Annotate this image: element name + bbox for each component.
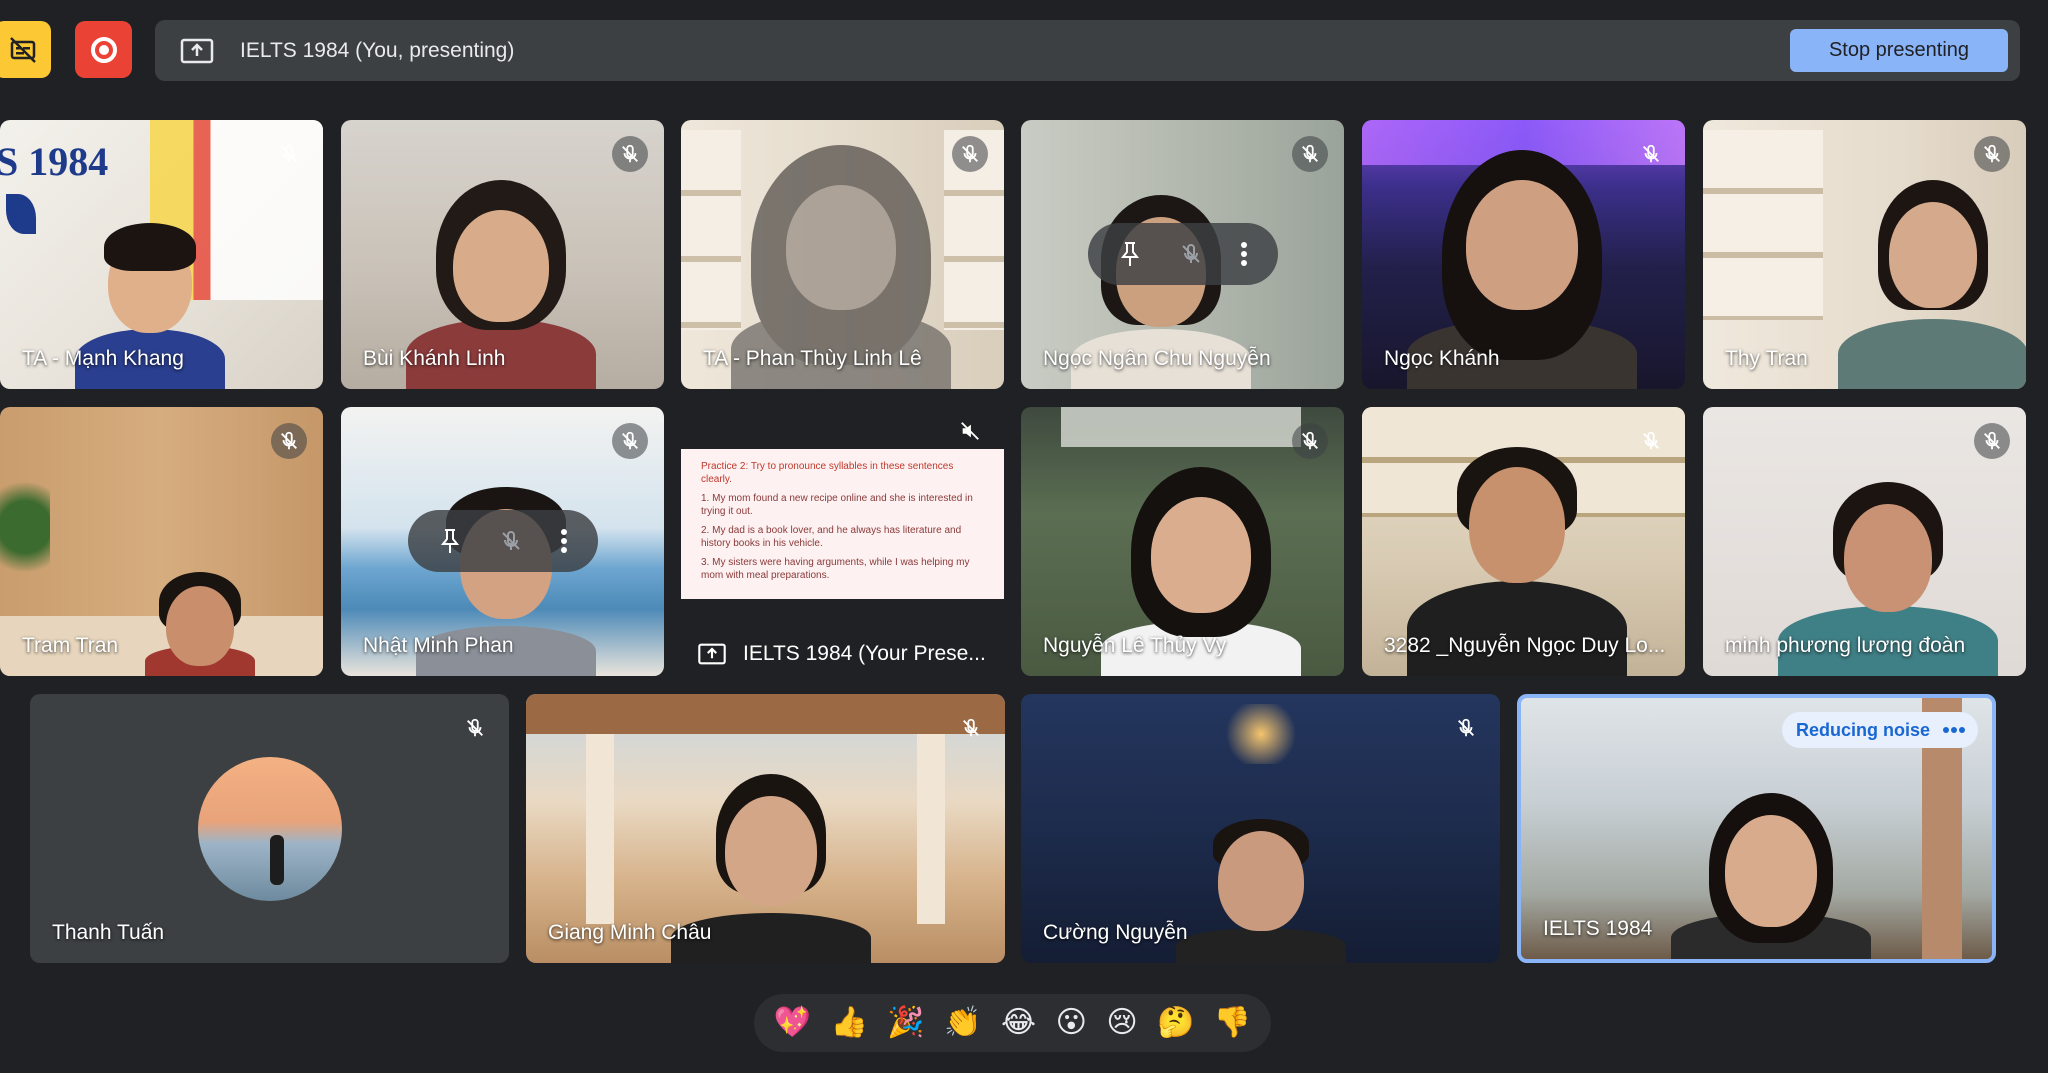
thumbs-up-icon[interactable]: 👍 — [831, 1008, 868, 1038]
participant-tile[interactable]: Nhật Minh Phan — [341, 407, 664, 676]
participant-tile[interactable]: Giang Minh Châu — [526, 694, 1005, 963]
participant-tile[interactable]: S 1984 TA - Mạnh Khang — [0, 120, 323, 389]
presenting-banner: IELTS 1984 (You, presenting) Stop presen… — [155, 20, 2020, 81]
mic-off-icon — [1292, 136, 1328, 172]
mic-off-icon — [271, 423, 307, 459]
self-view-tile[interactable]: Reducing noise IELTS 1984 — [1517, 694, 1996, 963]
tears-of-joy-icon[interactable]: 😂 — [1001, 1008, 1036, 1038]
more-options-icon[interactable] — [560, 528, 568, 554]
mic-off-icon — [612, 423, 648, 459]
participant-name: Thy Tran — [1725, 347, 1808, 370]
thinking-face-icon[interactable]: 🤔 — [1157, 1008, 1194, 1038]
slide-preview: Practice 2: Try to pronounce syllables i… — [681, 449, 1004, 599]
logo-leaf — [6, 194, 36, 234]
slide-line: 1. My mom found a new recipe online and … — [701, 493, 973, 517]
participant-name: Tram Tran — [22, 634, 119, 657]
tile-hover-controls — [408, 510, 598, 572]
participant-video — [1838, 180, 2026, 389]
mic-off-icon — [1292, 423, 1328, 459]
archway — [526, 694, 1005, 734]
mic-off-icon — [1974, 423, 2010, 459]
slide-line: 2. My dad is a book lover, and he always… — [701, 525, 962, 549]
mic-off-icon — [1448, 710, 1484, 746]
participant-name: Cường Nguyễn — [1043, 921, 1188, 944]
reactions-bar: 💖 👍 🎉 👏 😂 😮 😢 🤔 👎 — [754, 994, 1271, 1052]
participant-tile[interactable]: minh phương lương đoàn — [1703, 407, 2026, 676]
mic-off-icon — [1633, 423, 1669, 459]
thumbs-down-icon[interactable]: 👎 — [1214, 1008, 1251, 1038]
mic-off-icon — [1974, 136, 2010, 172]
participant-name: Bùi Khánh Linh — [363, 347, 506, 370]
stop-presenting-button[interactable]: Stop presenting — [1790, 29, 2008, 72]
mute-icon[interactable] — [1179, 242, 1203, 266]
record-icon — [90, 36, 117, 63]
mic-off-icon — [953, 710, 989, 746]
participant-tile[interactable]: Ngọc Khánh — [1362, 120, 1685, 389]
present-screen-icon — [180, 38, 214, 64]
window-light — [1061, 407, 1301, 447]
participant-tile[interactable]: Tram Tran — [0, 407, 323, 676]
pillar-left — [586, 734, 614, 924]
noise-cancellation-badge[interactable]: Reducing noise — [1781, 712, 1978, 748]
more-options-icon — [1943, 727, 1965, 733]
captions-off-button[interactable] — [0, 21, 51, 78]
clapping-hands-icon[interactable]: 👏 — [944, 1008, 981, 1038]
participant-tile[interactable]: 3282 _Nguyễn Ngọc Duy Lo... — [1362, 407, 1685, 676]
mic-off-icon — [1633, 136, 1669, 172]
participant-name: Nhật Minh Phan — [363, 634, 514, 657]
noise-label: Reducing noise — [1795, 719, 1930, 740]
participant-name: Giang Minh Châu — [548, 921, 712, 944]
participant-video — [140, 572, 260, 676]
mic-off-icon — [271, 136, 307, 172]
participant-name: Ngọc Khánh — [1384, 347, 1500, 370]
sparkling-heart-icon[interactable]: 💖 — [774, 1008, 811, 1038]
surprised-face-icon[interactable]: 😮 — [1056, 1008, 1087, 1038]
tile-hover-controls — [1088, 223, 1278, 285]
captions-off-icon — [9, 36, 36, 63]
presenting-text: IELTS 1984 (You, presenting) — [240, 38, 515, 62]
participant-name: TA - Phan Thùy Linh Lê — [703, 347, 922, 370]
mic-off-icon — [952, 413, 988, 449]
participant-name: Nguyễn Lê Thủy Vy — [1043, 634, 1227, 657]
participant-tile[interactable]: Cường Nguyễn — [1021, 694, 1500, 963]
mic-off-icon — [952, 136, 988, 172]
presentation-tile[interactable]: Practice 2: Try to pronounce syllables i… — [681, 407, 1004, 676]
participant-video — [1176, 819, 1346, 963]
chandelier-glow — [1221, 704, 1301, 764]
pin-icon[interactable] — [438, 527, 462, 555]
participant-video — [1666, 793, 1876, 959]
presentation-label: IELTS 1984 (Your Prese... — [681, 632, 1004, 676]
participant-name: Thanh Tuấn — [52, 921, 165, 944]
participant-tile[interactable]: Bùi Khánh Linh — [341, 120, 664, 389]
pin-icon[interactable] — [1118, 240, 1142, 268]
participant-tile[interactable]: TA - Phan Thùy Linh Lê — [681, 120, 1004, 389]
plant — [0, 467, 50, 587]
participant-name: 3282 _Nguyễn Ngọc Duy Lo... — [1384, 634, 1666, 657]
participant-name: IELTS 1984 (Your Prese... — [743, 642, 986, 665]
participant-name: TA - Mạnh Khang — [22, 347, 184, 370]
mic-off-icon — [612, 136, 648, 172]
mute-icon[interactable] — [499, 529, 523, 553]
participant-tile[interactable]: Thy Tran — [1703, 120, 2026, 389]
crying-face-icon[interactable]: 😢 — [1106, 1008, 1137, 1038]
participant-tile[interactable]: Nguyễn Lê Thủy Vy — [1021, 407, 1344, 676]
participant-name: minh phương lương đoàn — [1725, 634, 1966, 657]
recording-button[interactable] — [75, 21, 132, 78]
participant-tile[interactable]: Thanh Tuấn — [30, 694, 509, 963]
shelf — [1703, 130, 1823, 320]
participant-name: IELTS 1984 — [1543, 917, 1653, 940]
slide-line: 3. My sisters were having arguments, whi… — [701, 557, 970, 581]
party-popper-icon[interactable]: 🎉 — [887, 1008, 924, 1038]
more-options-icon[interactable] — [1240, 241, 1248, 267]
mic-off-icon — [457, 710, 493, 746]
slide-heading: Practice 2: Try to pronounce syllables i… — [701, 461, 954, 485]
participant-tile[interactable]: Ngọc Ngân Chu Nguyễn — [1021, 120, 1344, 389]
pillar-right — [917, 734, 945, 924]
avatar — [198, 757, 342, 901]
participant-name: Ngọc Ngân Chu Nguyễn — [1043, 347, 1271, 370]
logo-text: S 1984 — [0, 139, 109, 184]
present-screen-icon — [698, 643, 726, 665]
